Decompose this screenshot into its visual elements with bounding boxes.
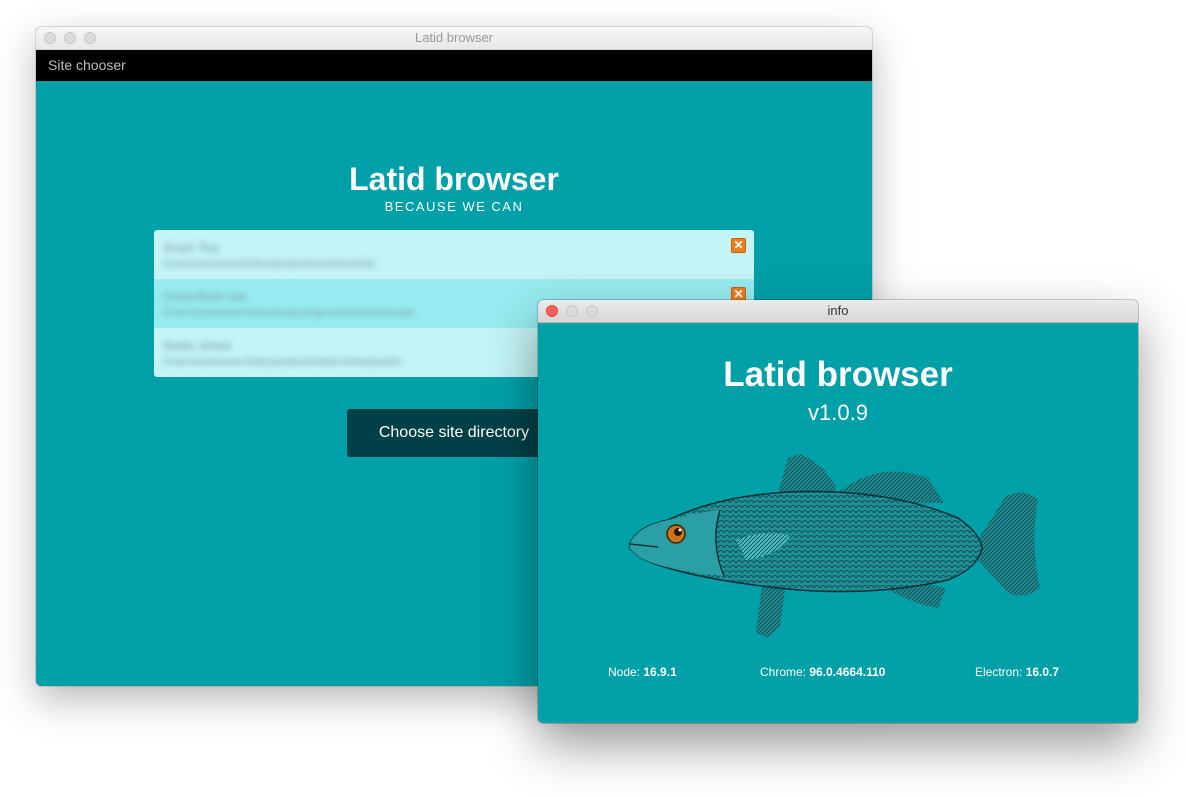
menu-site-chooser[interactable]: Site chooser xyxy=(48,57,126,73)
node-label: Node: xyxy=(608,665,641,679)
site-item[interactable]: Snart Tea /Users/someone/Sites/projects/… xyxy=(154,230,754,279)
zoom-button[interactable] xyxy=(84,32,96,44)
zoom-button[interactable] xyxy=(586,305,598,317)
chrome-label: Chrome: xyxy=(760,665,807,679)
site-name: Snart Tea xyxy=(163,240,219,255)
site-path: /Users/someone/Sites/projects/static/she… xyxy=(163,356,403,368)
node-version-info: Node: 16.9.1 xyxy=(608,665,677,679)
x-icon: ✕ xyxy=(733,287,744,301)
remove-site-button[interactable]: ✕ xyxy=(731,238,746,253)
app-version: v1.0.9 xyxy=(808,400,868,425)
tagline: BECAUSE WE CAN xyxy=(384,199,524,214)
electron-version: 16.0.7 xyxy=(1025,665,1060,679)
info-titlebar[interactable]: info xyxy=(538,300,1138,323)
x-icon: ✕ xyxy=(733,238,744,252)
electron-label: Electron: xyxy=(975,665,1023,679)
site-path: /Users/someone/Sites/projects/greenfield… xyxy=(163,307,416,319)
site-path: /Users/someone/Sites/projects/snarttea/s… xyxy=(163,258,376,270)
app-title: Latid browser xyxy=(349,161,559,197)
menu-bar: Site chooser xyxy=(36,50,872,81)
window-title: Latid browser xyxy=(414,30,494,45)
info-window: info Latid browser v1.0.9 Node: 16.9.1 C… xyxy=(538,300,1138,723)
main-titlebar[interactable]: Latid browser xyxy=(36,27,872,50)
close-button[interactable] xyxy=(44,32,56,44)
minimize-button[interactable] xyxy=(566,305,578,317)
minimize-button[interactable] xyxy=(64,32,76,44)
site-name: Greenfield site xyxy=(163,289,247,304)
chrome-version: 96.0.4664.110 xyxy=(809,665,886,679)
fish-illustration xyxy=(629,454,1040,638)
window-title: info xyxy=(827,303,849,318)
window-controls xyxy=(546,305,598,317)
site-name: Static sheet xyxy=(163,338,231,353)
close-button[interactable] xyxy=(546,305,558,317)
info-app-title: Latid browser xyxy=(723,355,953,394)
chrome-version-info: Chrome: 96.0.4664.110 xyxy=(760,665,885,679)
choose-site-directory-button[interactable]: Choose site directory xyxy=(347,409,561,457)
node-version: 16.9.1 xyxy=(643,665,677,679)
window-controls xyxy=(44,32,96,44)
electron-version-info: Electron: 16.0.7 xyxy=(975,665,1059,679)
